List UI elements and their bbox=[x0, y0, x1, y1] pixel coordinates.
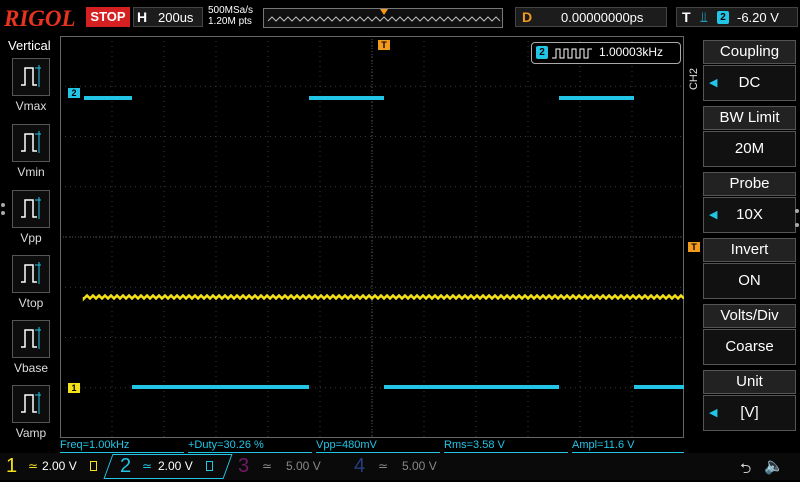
counter-value: 1.00003kHz bbox=[599, 45, 664, 59]
menu-invert-label[interactable]: Invert bbox=[703, 238, 796, 262]
menu-value-text: 20M bbox=[734, 140, 765, 157]
timebase-value: 200us bbox=[158, 10, 194, 25]
ch4-coupling-icon: ≃ bbox=[378, 459, 389, 473]
run-stop-status[interactable]: STOP bbox=[86, 7, 130, 27]
menu-coupling-value[interactable]: ◀ DC bbox=[703, 65, 796, 101]
square-wave-icon bbox=[552, 48, 592, 59]
ch1-coupling-icon: ≃ bbox=[28, 459, 39, 473]
horizontal-timebase[interactable]: H 200us bbox=[133, 7, 203, 27]
vamp-icon bbox=[21, 392, 41, 414]
menu-probe-value[interactable]: ◀ 10X bbox=[703, 197, 796, 233]
usb-icon: ⮌ bbox=[740, 460, 752, 476]
ch2-number[interactable]: 2 bbox=[120, 455, 131, 477]
measure-vpp-button[interactable] bbox=[12, 190, 50, 228]
ch3-scale[interactable]: 5.00 V bbox=[286, 459, 321, 473]
measurement-rms[interactable]: Rms=3.58 V bbox=[444, 438, 568, 453]
measure-label: Vmin bbox=[17, 165, 45, 179]
trigger-key: T bbox=[682, 9, 691, 25]
menu-unit-value[interactable]: ◀ [V] bbox=[703, 395, 796, 431]
menu-channel-tag: CH2 bbox=[688, 68, 700, 91]
ch1-offset-marker[interactable]: 1 bbox=[68, 383, 80, 393]
measure-vmin-button[interactable] bbox=[12, 124, 50, 162]
ch1-number[interactable]: 1 bbox=[6, 455, 17, 477]
measurement-duty[interactable]: +Duty=30.26 % bbox=[188, 438, 312, 453]
menu-value-text: 10X bbox=[736, 206, 763, 223]
rising-edge-icon: ⫫ bbox=[700, 9, 708, 25]
trigger-level: -6.20 V bbox=[737, 10, 779, 25]
menu-scroll-dot-2 bbox=[795, 223, 799, 227]
menu-scroll-dot-1 bbox=[795, 209, 799, 213]
knob-arrow-icon: ◀ bbox=[709, 77, 718, 89]
left-panel-title: Vertical bbox=[8, 38, 51, 53]
menu-bw-limit-value[interactable]: 20M bbox=[703, 131, 796, 167]
menu-coupling-label[interactable]: Coupling bbox=[703, 40, 796, 64]
knob-arrow-icon: ◀ bbox=[709, 407, 718, 419]
menu-probe-label[interactable]: Probe bbox=[703, 172, 796, 196]
ch1-scale[interactable]: 2.00 V bbox=[42, 459, 77, 473]
menu-bw-limit-label[interactable]: BW Limit bbox=[703, 106, 796, 130]
speaker-mute-icon[interactable]: 🔈 bbox=[764, 456, 784, 476]
measure-vtop-button[interactable] bbox=[12, 255, 50, 293]
measure-vamp-button[interactable] bbox=[12, 385, 50, 423]
counter-channel-badge: 2 bbox=[536, 46, 548, 59]
sample-rate: 500MSa/s bbox=[208, 5, 254, 16]
delay-value: 0.00000000ps bbox=[561, 10, 644, 25]
ch2-bw-icon bbox=[206, 461, 213, 471]
menu-value-text: DC bbox=[738, 74, 761, 91]
menu-value-text: Coarse bbox=[725, 338, 774, 355]
vmin-icon bbox=[21, 131, 41, 153]
measure-label: Vamp bbox=[15, 426, 47, 440]
measure-label: Vmax bbox=[15, 99, 47, 113]
ch2-scale[interactable]: 2.00 V bbox=[158, 459, 193, 473]
scroll-dot-1 bbox=[1, 203, 5, 207]
frequency-counter: 2 1.00003kHz bbox=[531, 42, 681, 64]
horizontal-key: H bbox=[137, 9, 148, 25]
delay-box[interactable]: D 0.00000000ps bbox=[515, 7, 667, 27]
measure-label: Vbase bbox=[13, 361, 49, 375]
ch3-coupling-icon: ≃ bbox=[262, 459, 273, 473]
vpp-icon bbox=[21, 197, 41, 219]
trigger-level-marker[interactable]: T bbox=[688, 242, 700, 252]
memory-depth: 1.20M pts bbox=[208, 16, 252, 27]
memory-overview-icon bbox=[267, 9, 501, 22]
vbase-icon bbox=[21, 327, 41, 349]
menu-volts-div-label[interactable]: Volts/Div bbox=[703, 304, 796, 328]
vtop-icon bbox=[21, 262, 41, 284]
trigger-position-bar[interactable] bbox=[263, 8, 503, 28]
knob-arrow-icon: ◀ bbox=[709, 209, 718, 221]
measurement-ampl[interactable]: Ampl=11.6 V bbox=[572, 438, 684, 453]
menu-invert-value[interactable]: ON bbox=[703, 263, 796, 299]
trigger-position-marker[interactable]: T bbox=[378, 40, 390, 50]
delay-key: D bbox=[522, 9, 533, 25]
ch3-number[interactable]: 3 bbox=[238, 455, 249, 477]
rigol-logo: RIGOL bbox=[4, 6, 76, 31]
ch2-coupling-icon: ≃ bbox=[142, 459, 153, 473]
measurement-freq[interactable]: Freq=1.00kHz bbox=[60, 438, 184, 453]
menu-volts-div-value[interactable]: Coarse bbox=[703, 329, 796, 365]
measure-vbase-button[interactable] bbox=[12, 320, 50, 358]
sample-info: 500MSa/s 1.20M pts bbox=[208, 5, 253, 27]
trigger-source-badge: 2 bbox=[717, 11, 729, 24]
vmax-icon bbox=[21, 65, 41, 87]
menu-value-text: ON bbox=[738, 272, 761, 289]
menu-value-text: [V] bbox=[740, 404, 759, 421]
measure-vmax-button[interactable] bbox=[12, 58, 50, 96]
measure-label: Vpp bbox=[20, 231, 42, 245]
waveform-display[interactable] bbox=[60, 36, 684, 438]
scroll-dot-2 bbox=[1, 211, 5, 215]
trigger-box[interactable]: T ⫫ 2 -6.20 V bbox=[676, 7, 798, 27]
measure-label: Vtop bbox=[18, 296, 44, 310]
ch4-scale[interactable]: 5.00 V bbox=[402, 459, 437, 473]
ch4-number[interactable]: 4 bbox=[354, 455, 365, 477]
menu-unit-label[interactable]: Unit bbox=[703, 370, 796, 394]
measurement-vpp[interactable]: Vpp=480mV bbox=[316, 438, 440, 453]
ch2-offset-marker[interactable]: 2 bbox=[68, 88, 80, 98]
ch1-bw-icon bbox=[90, 461, 97, 471]
